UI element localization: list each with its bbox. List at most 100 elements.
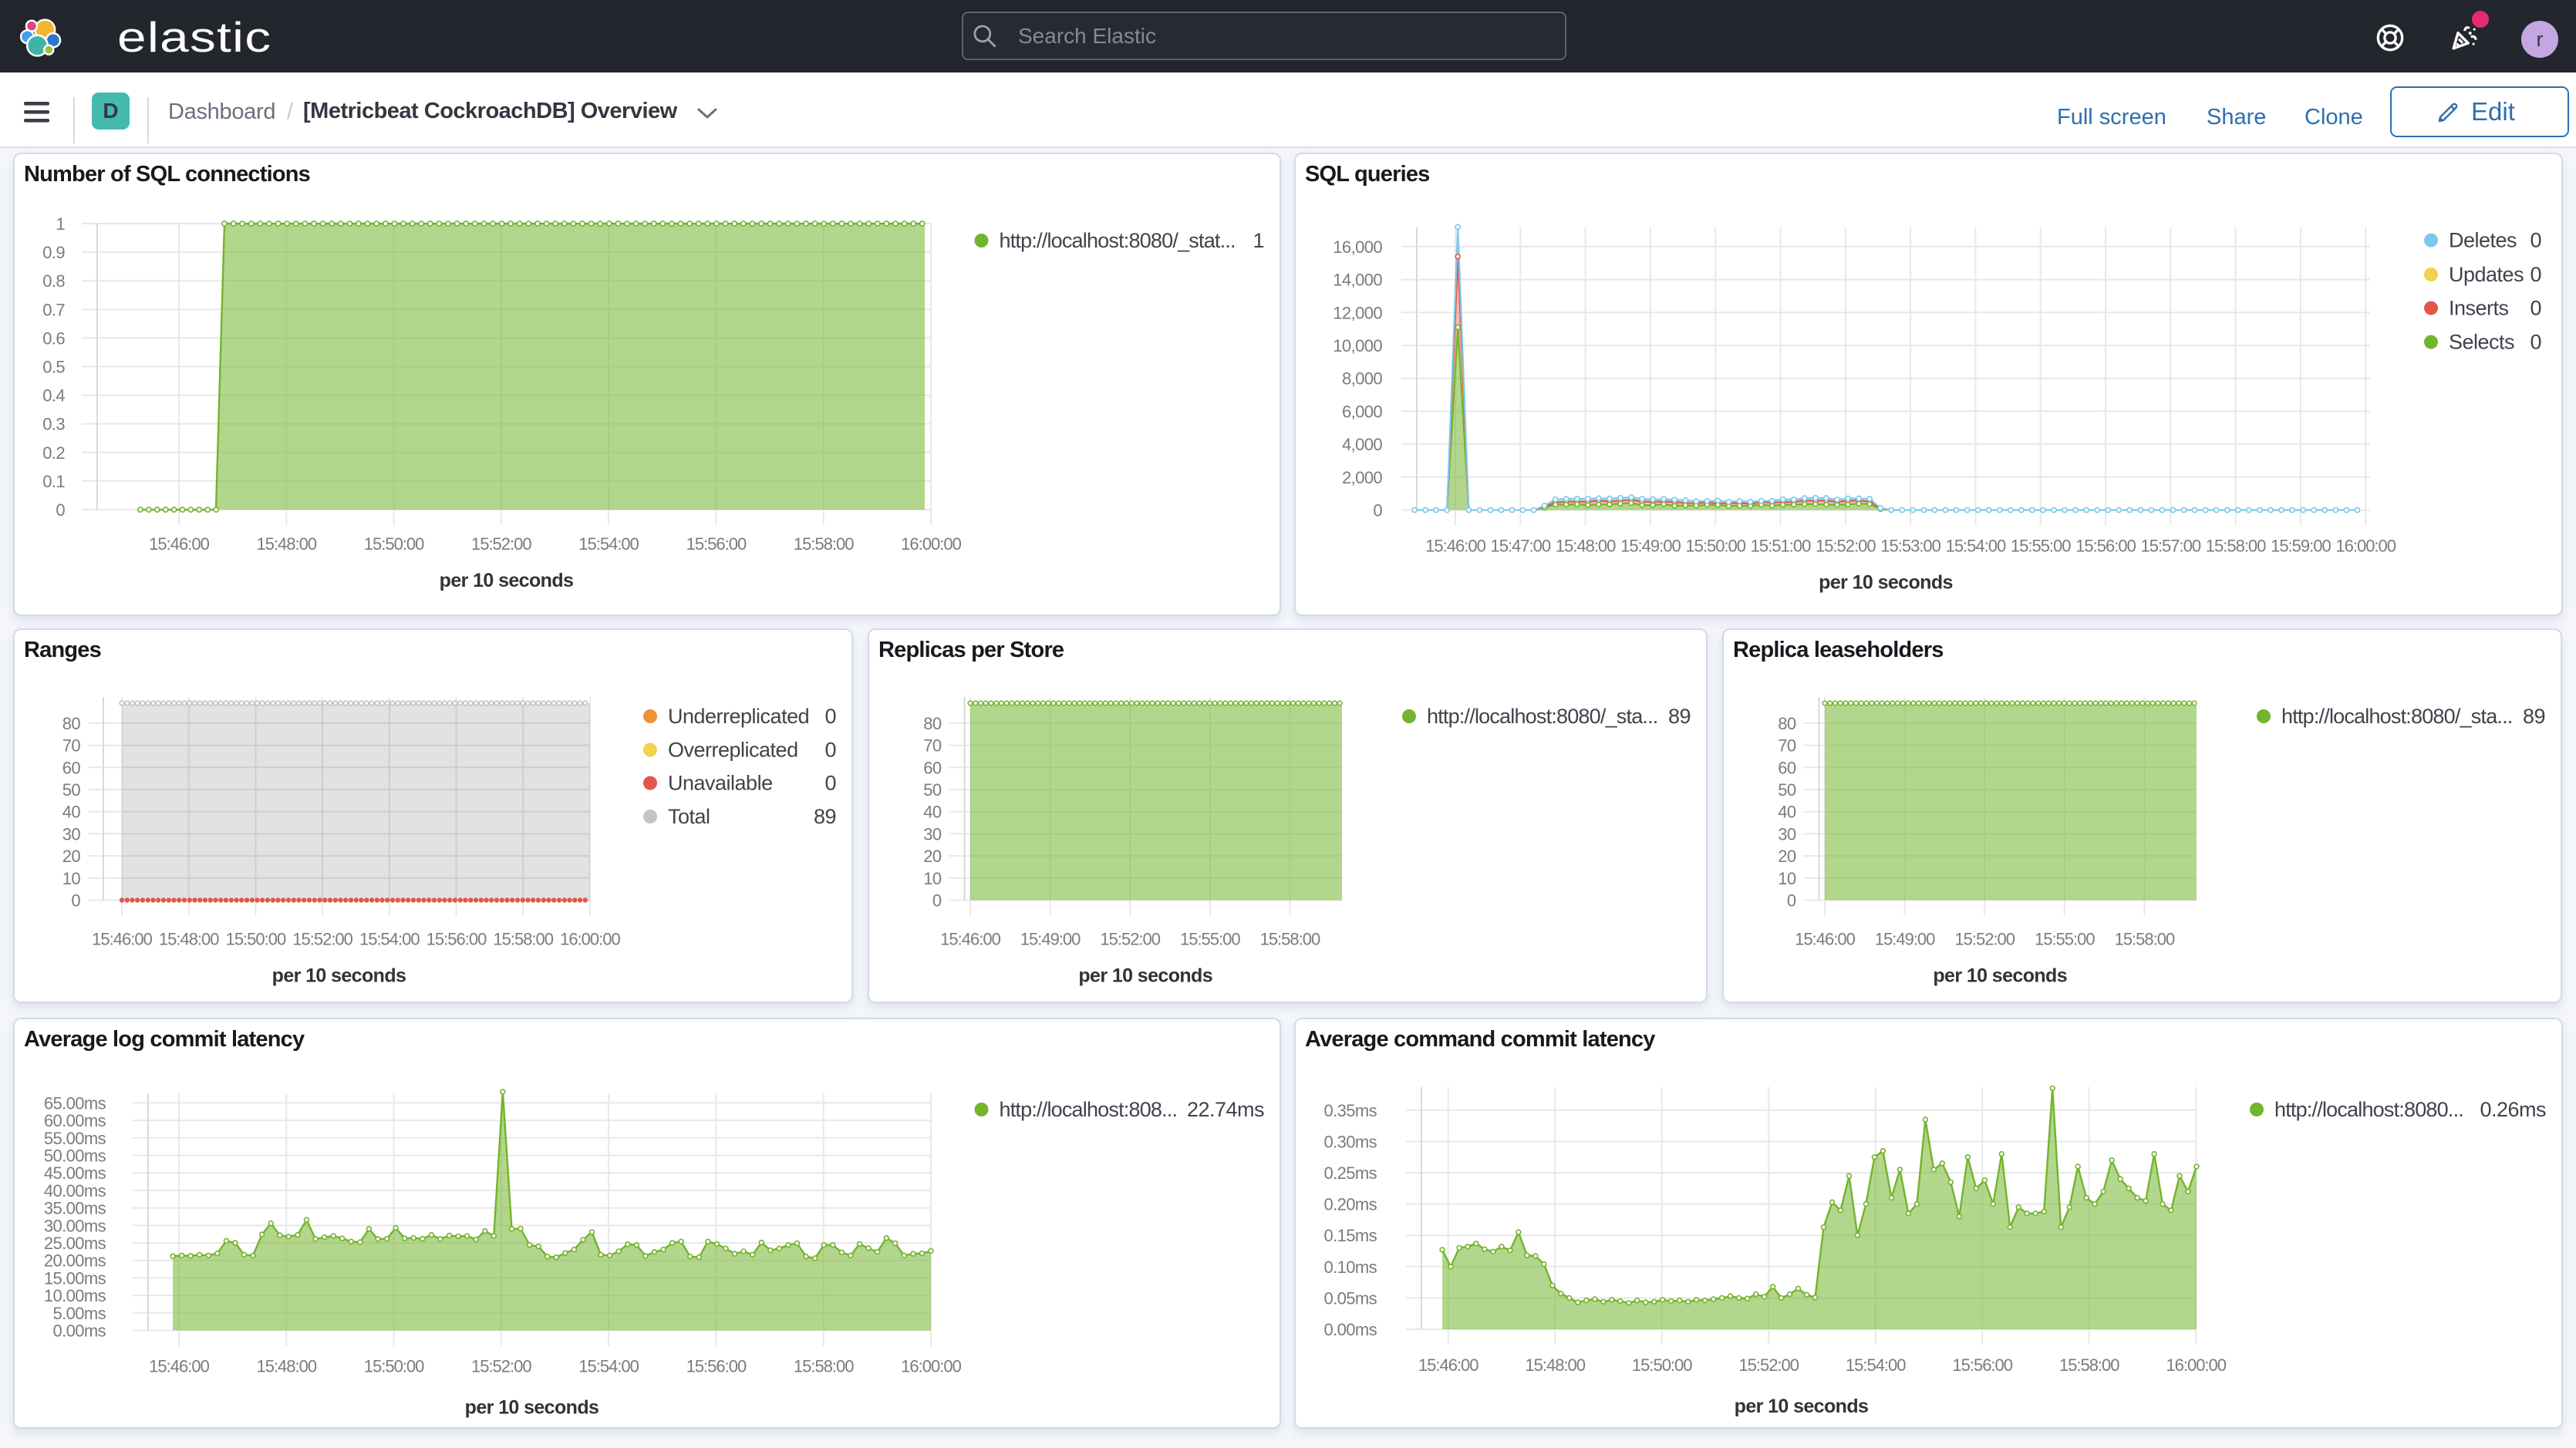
- svg-text:0: 0: [1787, 891, 1796, 911]
- svg-text:15:49:00: 15:49:00: [1875, 930, 1935, 949]
- svg-text:0.26ms: 0.26ms: [2480, 1098, 2546, 1121]
- svg-text:15:47:00: 15:47:00: [1490, 537, 1550, 556]
- svg-text:40: 40: [62, 803, 81, 822]
- svg-text:15:56:00: 15:56:00: [686, 534, 747, 554]
- svg-text:Updates: Updates: [2449, 263, 2524, 286]
- svg-text:55.00ms: 55.00ms: [44, 1129, 106, 1148]
- svg-text:Unavailable: Unavailable: [668, 772, 773, 795]
- svg-text:15:50:00: 15:50:00: [1685, 537, 1745, 556]
- svg-text:0.1: 0.1: [42, 472, 65, 491]
- svg-text:14,000: 14,000: [1333, 271, 1382, 290]
- svg-text:15:52:00: 15:52:00: [1738, 1355, 1799, 1375]
- svg-text:50.00ms: 50.00ms: [44, 1147, 106, 1166]
- svg-text:0.30ms: 0.30ms: [1323, 1132, 1377, 1151]
- svg-text:0: 0: [932, 891, 942, 911]
- svg-text:0.25ms: 0.25ms: [1323, 1163, 1377, 1183]
- svg-text:89: 89: [1668, 705, 1691, 728]
- svg-text:1: 1: [1253, 229, 1264, 252]
- svg-text:60: 60: [1778, 758, 1796, 777]
- svg-text:0.10ms: 0.10ms: [1323, 1258, 1377, 1277]
- svg-text:15:48:00: 15:48:00: [256, 1357, 316, 1376]
- svg-text:per 10 seconds: per 10 seconds: [1933, 965, 2067, 987]
- svg-text:15:52:00: 15:52:00: [292, 930, 352, 949]
- svg-text:Selects: Selects: [2449, 331, 2514, 354]
- svg-text:60.00ms: 60.00ms: [44, 1111, 106, 1130]
- svg-text:89: 89: [2523, 705, 2545, 728]
- svg-text:8,000: 8,000: [1342, 369, 1382, 389]
- svg-text:15:52:00: 15:52:00: [1954, 930, 2015, 949]
- svg-text:15:54:00: 15:54:00: [578, 534, 639, 554]
- svg-text:http://localhost:8080...: http://localhost:8080...: [2274, 1098, 2463, 1121]
- svg-text:per 10 seconds: per 10 seconds: [1735, 1396, 1869, 1417]
- svg-text:15:48:00: 15:48:00: [1556, 537, 1616, 556]
- svg-text:16:00:00: 16:00:00: [560, 930, 620, 949]
- svg-text:15:55:00: 15:55:00: [2011, 537, 2071, 556]
- svg-text:2,000: 2,000: [1342, 468, 1382, 487]
- svg-text:15:58:00: 15:58:00: [2059, 1355, 2119, 1375]
- svg-text:0: 0: [2530, 263, 2541, 286]
- svg-text:4,000: 4,000: [1342, 435, 1382, 454]
- svg-text:30: 30: [62, 824, 81, 844]
- svg-text:15:58:00: 15:58:00: [1260, 930, 1320, 949]
- svg-text:0.8: 0.8: [42, 271, 65, 291]
- svg-text:60: 60: [923, 758, 942, 777]
- svg-text:15:46:00: 15:46:00: [940, 930, 1000, 949]
- svg-text:15:57:00: 15:57:00: [2140, 537, 2200, 556]
- svg-text:http://localhost:8080/_sta...: http://localhost:8080/_sta...: [2281, 705, 2513, 728]
- svg-text:15:56:00: 15:56:00: [427, 930, 487, 949]
- svg-text:16,000: 16,000: [1333, 237, 1382, 257]
- svg-text:20.00ms: 20.00ms: [44, 1251, 106, 1271]
- svg-text:15:52:00: 15:52:00: [1816, 537, 1876, 556]
- svg-text:0: 0: [1373, 501, 1382, 520]
- svg-text:15:50:00: 15:50:00: [1632, 1355, 1692, 1375]
- svg-text:10: 10: [1778, 869, 1796, 888]
- svg-text:15:50:00: 15:50:00: [364, 534, 424, 554]
- svg-text:Overreplicated: Overreplicated: [668, 739, 798, 762]
- svg-text:0.9: 0.9: [42, 243, 65, 262]
- svg-text:15:55:00: 15:55:00: [2035, 930, 2095, 949]
- svg-text:65.00ms: 65.00ms: [44, 1093, 106, 1113]
- svg-text:Total: Total: [668, 805, 710, 828]
- svg-text:10,000: 10,000: [1333, 336, 1382, 355]
- svg-text:15:46:00: 15:46:00: [92, 930, 152, 949]
- svg-text:50: 50: [62, 780, 81, 800]
- svg-text:15:48:00: 15:48:00: [1525, 1355, 1585, 1375]
- svg-text:15:53:00: 15:53:00: [1880, 537, 1940, 556]
- svg-text:0.4: 0.4: [42, 386, 65, 406]
- svg-text:0: 0: [824, 772, 836, 795]
- svg-text:0: 0: [71, 891, 80, 911]
- svg-text:50: 50: [923, 780, 942, 800]
- svg-text:0.20ms: 0.20ms: [1323, 1195, 1377, 1214]
- svg-text:http://localhost:808...: http://localhost:808...: [1000, 1098, 1178, 1121]
- svg-text:15:46:00: 15:46:00: [1418, 1355, 1479, 1375]
- svg-text:15:52:00: 15:52:00: [1100, 930, 1160, 949]
- svg-text:35.00ms: 35.00ms: [44, 1199, 106, 1218]
- svg-text:5.00ms: 5.00ms: [52, 1304, 106, 1323]
- svg-text:per 10 seconds: per 10 seconds: [440, 570, 574, 591]
- svg-text:0: 0: [56, 500, 65, 520]
- svg-text:15:52:00: 15:52:00: [471, 534, 531, 554]
- svg-text:0: 0: [2530, 331, 2541, 354]
- svg-text:Inserts: Inserts: [2449, 297, 2509, 320]
- svg-text:0: 0: [2530, 229, 2541, 252]
- svg-text:70: 70: [62, 736, 81, 756]
- svg-text:15:50:00: 15:50:00: [226, 930, 286, 949]
- svg-text:15:56:00: 15:56:00: [1952, 1355, 2012, 1375]
- svg-text:15:58:00: 15:58:00: [794, 534, 854, 554]
- svg-text:16:00:00: 16:00:00: [2335, 537, 2396, 556]
- svg-text:15:54:00: 15:54:00: [578, 1357, 639, 1376]
- svg-text:http://localhost:8080/_stat...: http://localhost:8080/_stat...: [1000, 229, 1236, 252]
- svg-text:50: 50: [1778, 780, 1796, 800]
- svg-text:89: 89: [814, 805, 836, 828]
- svg-text:15:50:00: 15:50:00: [364, 1357, 424, 1376]
- svg-text:Deletes: Deletes: [2449, 229, 2517, 252]
- svg-text:30: 30: [1778, 824, 1796, 844]
- svg-text:15:56:00: 15:56:00: [2075, 537, 2136, 556]
- svg-text:25.00ms: 25.00ms: [44, 1234, 106, 1253]
- svg-text:http://localhost:8080/_sta...: http://localhost:8080/_sta...: [1427, 705, 1658, 728]
- svg-text:20: 20: [1778, 847, 1796, 866]
- svg-text:15:55:00: 15:55:00: [1180, 930, 1240, 949]
- svg-text:per 10 seconds: per 10 seconds: [272, 965, 406, 987]
- svg-text:15:49:00: 15:49:00: [1620, 537, 1681, 556]
- svg-text:15:54:00: 15:54:00: [1946, 537, 2006, 556]
